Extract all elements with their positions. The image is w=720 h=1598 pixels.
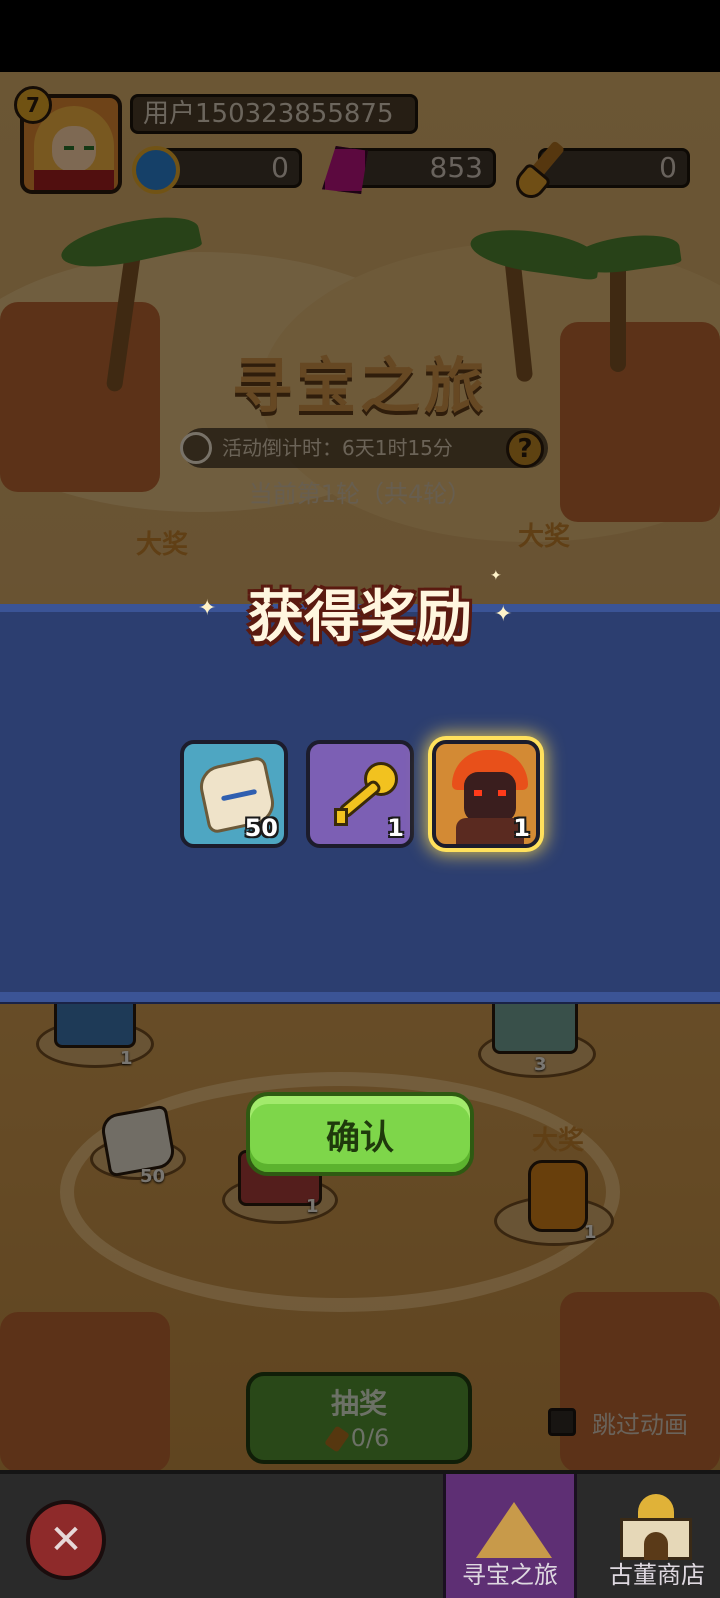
tab-antique-shop[interactable]: 古董商店 — [590, 1474, 720, 1598]
tab-treasure-journey[interactable]: 寻宝之旅 — [443, 1474, 577, 1598]
modal-edge — [0, 992, 720, 1002]
reward-count: 50 — [244, 814, 278, 842]
close-button[interactable]: ✕ — [26, 1500, 106, 1580]
sparkle-icon: ✦ — [490, 568, 502, 584]
shop-icon — [616, 1494, 696, 1560]
sparkle-icon: ✦ — [494, 602, 513, 627]
reward-item-golden-key[interactable]: 1 — [306, 740, 414, 848]
reward-count: 1 — [387, 814, 404, 842]
modal-title: 获得奖励 — [248, 585, 472, 650]
pyramid-icon — [476, 1502, 552, 1558]
close-icon: ✕ — [49, 1517, 83, 1563]
tab-label: 古董商店 — [609, 1561, 705, 1589]
sparkle-icon: ✦ — [198, 596, 217, 621]
reward-item-fire-demon-hero[interactable]: 1 — [432, 740, 540, 848]
reward-item-rune-stone[interactable]: 50 — [180, 740, 288, 848]
game-screen: 1 3 50 1 大奖 1 7 用户150323855875 0 853 0 寻… — [0, 0, 720, 1598]
confirm-button[interactable]: 确认 — [246, 1092, 474, 1176]
status-bar — [0, 0, 720, 72]
tab-label: 寻宝之旅 — [462, 1561, 558, 1589]
reward-count: 1 — [513, 814, 530, 842]
